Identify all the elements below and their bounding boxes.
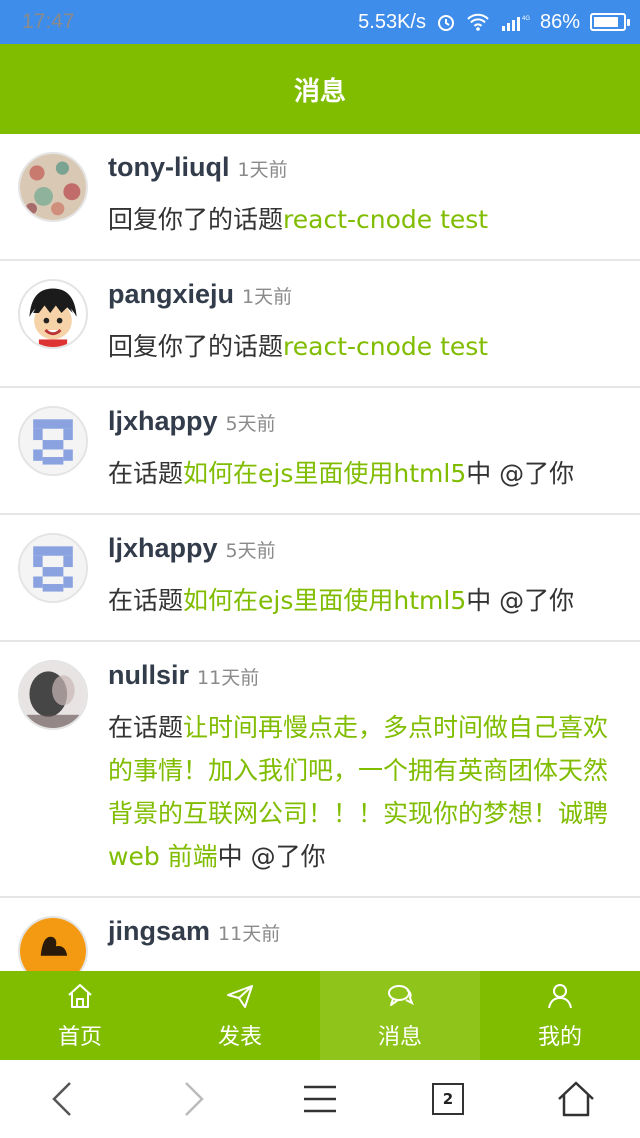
message-user[interactable]: ljxhappy — [108, 533, 218, 564]
chevron-right-icon — [185, 1082, 204, 1116]
tab-me-label: 我的 — [537, 1024, 582, 1050]
message-user[interactable]: pangxieju — [108, 279, 234, 310]
status-bar: 17:47 5.53K/s 4G 86% — [0, 0, 640, 44]
message-text: 回复你了的话题react-cnode test — [108, 198, 622, 259]
message-user[interactable]: tony-liuql — [108, 152, 229, 183]
message-prefix: 回复你了的话题 — [108, 205, 284, 234]
browser-nav-bar: 2 — [0, 1060, 640, 1138]
bottom-tab-bar: 首页 发表 消息 我的 — [0, 971, 640, 1060]
message-item[interactable]: ljxhappy 5天前 在话题如何在ejs里面使用html5中 @了你 — [0, 515, 640, 642]
topic-link[interactable]: react-cnode test — [283, 332, 488, 361]
home-outline-icon — [558, 1081, 594, 1117]
message-user[interactable]: ljxhappy — [108, 406, 218, 437]
battery-icon — [590, 13, 630, 31]
user-icon — [545, 981, 575, 1015]
tab-post-label: 发表 — [217, 1024, 262, 1050]
tab-home-label: 首页 — [57, 1024, 102, 1050]
message-prefix: 回复你了的话题 — [108, 332, 284, 361]
message-time: 5天前 — [225, 540, 276, 562]
message-item[interactable]: nullsir 11天前 在话题让时间再慢点走，多点时间做自己喜欢的事情！加入我… — [0, 642, 640, 898]
tab-me[interactable]: 我的 — [480, 971, 640, 1060]
tabs-button[interactable]: 2 — [384, 1060, 512, 1138]
message-prefix: 在话题 — [108, 713, 184, 742]
alarm-icon — [436, 12, 456, 32]
floral-avatar[interactable] — [18, 152, 88, 222]
chat-icon — [385, 981, 415, 1015]
message-suffix: 中 @了你 — [466, 459, 575, 488]
send-icon — [225, 981, 255, 1015]
message-user[interactable]: nullsir — [108, 660, 189, 691]
message-item[interactable]: jingsam 11天前 — [0, 898, 640, 971]
pixel-avatar[interactable] — [18, 406, 88, 476]
message-text — [108, 962, 622, 971]
cartoon-avatar[interactable] — [18, 279, 88, 349]
menu-button[interactable] — [256, 1060, 384, 1138]
message-time: 1天前 — [237, 159, 288, 181]
message-list[interactable]: tony-liuql 1天前 回复你了的话题react-cnode test p… — [0, 134, 640, 971]
tab-home[interactable]: 首页 — [0, 971, 160, 1060]
message-time: 11天前 — [197, 667, 260, 689]
forward-button[interactable] — [128, 1060, 256, 1138]
network-speed: 5.53K/s — [358, 10, 426, 33]
message-time: 1天前 — [242, 286, 293, 308]
signal-icon: 4G — [500, 12, 530, 32]
message-item[interactable]: ljxhappy 5天前 在话题如何在ejs里面使用html5中 @了你 — [0, 388, 640, 515]
message-item[interactable]: pangxieju 1天前 回复你了的话题react-cnode test — [0, 261, 640, 388]
message-text: 在话题让时间再慢点走，多点时间做自己喜欢的事情！加入我们吧，一个拥有英商团体天然… — [108, 706, 622, 896]
message-time: 11天前 — [218, 923, 281, 945]
message-text: 在话题如何在ejs里面使用html5中 @了你 — [108, 452, 622, 513]
message-text: 在话题如何在ejs里面使用html5中 @了你 — [108, 579, 622, 640]
topic-link[interactable]: 如何在ejs里面使用html5 — [183, 459, 466, 488]
svg-text:4G: 4G — [522, 16, 530, 22]
message-item[interactable]: tony-liuql 1天前 回复你了的话题react-cnode test — [0, 134, 640, 261]
back-button[interactable] — [0, 1060, 128, 1138]
message-suffix: 中 @了你 — [466, 586, 575, 615]
browser-home-button[interactable] — [512, 1060, 640, 1138]
page-title: 消息 — [0, 44, 640, 134]
message-user[interactable]: jingsam — [108, 916, 210, 947]
tab-count: 2 — [432, 1083, 464, 1115]
message-time: 5天前 — [225, 413, 276, 435]
orange-avatar[interactable] — [18, 916, 88, 971]
topic-link[interactable]: 如何在ejs里面使用html5 — [183, 586, 466, 615]
chevron-left-icon — [52, 1082, 71, 1116]
message-prefix: 在话题 — [108, 459, 184, 488]
topic-link[interactable]: react-cnode test — [283, 205, 488, 234]
message-suffix: 中 @了你 — [217, 842, 326, 871]
tab-post[interactable]: 发表 — [160, 971, 320, 1060]
topic-link[interactable]: 让时间再慢点走，多点时间做自己喜欢的事情！加入我们吧，一个拥有英商团体天然背景的… — [108, 713, 608, 871]
message-text: 回复你了的话题react-cnode test — [108, 325, 622, 386]
battery-percent: 86% — [539, 10, 580, 33]
message-prefix: 在话题 — [108, 586, 184, 615]
pixel-avatar[interactable] — [18, 533, 88, 603]
tab-messages-label: 消息 — [377, 1024, 422, 1050]
page-title-text: 消息 — [293, 76, 346, 107]
tab-messages[interactable]: 消息 — [320, 971, 480, 1060]
status-time: 17:47 — [22, 10, 75, 33]
photo-avatar[interactable] — [18, 660, 88, 730]
menu-icon — [304, 1085, 336, 1113]
home-icon — [65, 981, 95, 1015]
wifi-icon — [466, 12, 490, 32]
